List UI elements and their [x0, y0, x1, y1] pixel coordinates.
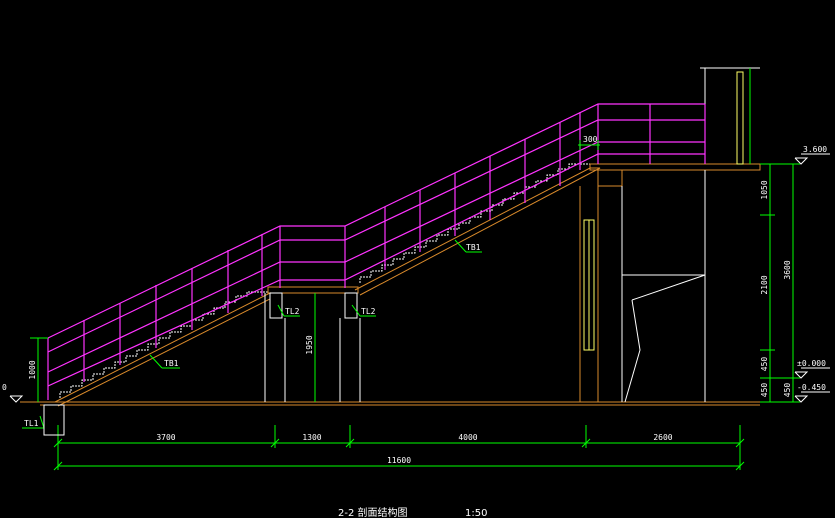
dim-total: 11600 — [387, 456, 411, 465]
member-labels: TB1 TB1 TL2 TL2 TL1 — [22, 239, 482, 436]
dim-right-total: 3600 — [783, 260, 792, 279]
column-dimension: 1950 — [305, 293, 316, 402]
dim-right-4: 450 — [760, 383, 769, 398]
dim-right-low: 450 — [783, 383, 792, 398]
upper-wall — [700, 67, 760, 165]
upper-stair-flight — [354, 163, 601, 296]
dim-left-rail: 1000 — [28, 360, 37, 379]
tb1-lower-label: TB1 — [164, 359, 179, 368]
elev-low-label: -0.450 — [797, 383, 826, 392]
elev-left-label: 0 — [2, 383, 7, 392]
dim-seg-2: 1300 — [302, 433, 321, 442]
elevation-markers: 3.600 ±0.000 -0.450 0 — [2, 145, 830, 403]
bottom-dimension-chain: 3700 1300 4000 2600 11600 — [53, 425, 745, 471]
dim-right-2: 2100 — [760, 275, 769, 294]
top-landing — [579, 163, 761, 403]
upper-stair-steps — [359, 163, 590, 283]
dim-seg-1: 3700 — [156, 433, 175, 442]
left-rail-dimension: 1000 — [28, 337, 48, 402]
dim-seg-3: 4000 — [458, 433, 477, 442]
drawing-title-text: 2-2 剖面结构图 — [338, 506, 408, 518]
dim-top-landing: 300 — [583, 135, 598, 144]
dim-right-1: 1050 — [760, 180, 769, 199]
drawing-title: 2-2 剖面结构图 1:50 — [338, 506, 487, 518]
tl2-left-label: TL2 — [285, 307, 300, 316]
top-landing-dimension: 300 — [578, 135, 600, 150]
dim-seg-4: 2600 — [653, 433, 672, 442]
elev-top-label: 3.600 — [803, 145, 827, 154]
drawing-scale-text: 1:50 — [465, 508, 487, 518]
tb1-upper-label: TB1 — [466, 243, 481, 252]
lower-stair-flight — [54, 291, 271, 407]
tl1-label: TL1 — [24, 419, 39, 428]
elev-zero-label: ±0.000 — [797, 359, 826, 368]
lower-stair-steps — [59, 291, 268, 398]
right-dimension-chain: 1050 2100 450 450 3600 450 — [760, 163, 800, 403]
dim-right-3: 450 — [760, 357, 769, 372]
tl2-right-label: TL2 — [361, 307, 376, 316]
dim-column: 1950 — [305, 335, 314, 354]
stair-section-drawing: 3700 1300 4000 2600 11600 1050 2100 450 … — [2, 67, 830, 518]
